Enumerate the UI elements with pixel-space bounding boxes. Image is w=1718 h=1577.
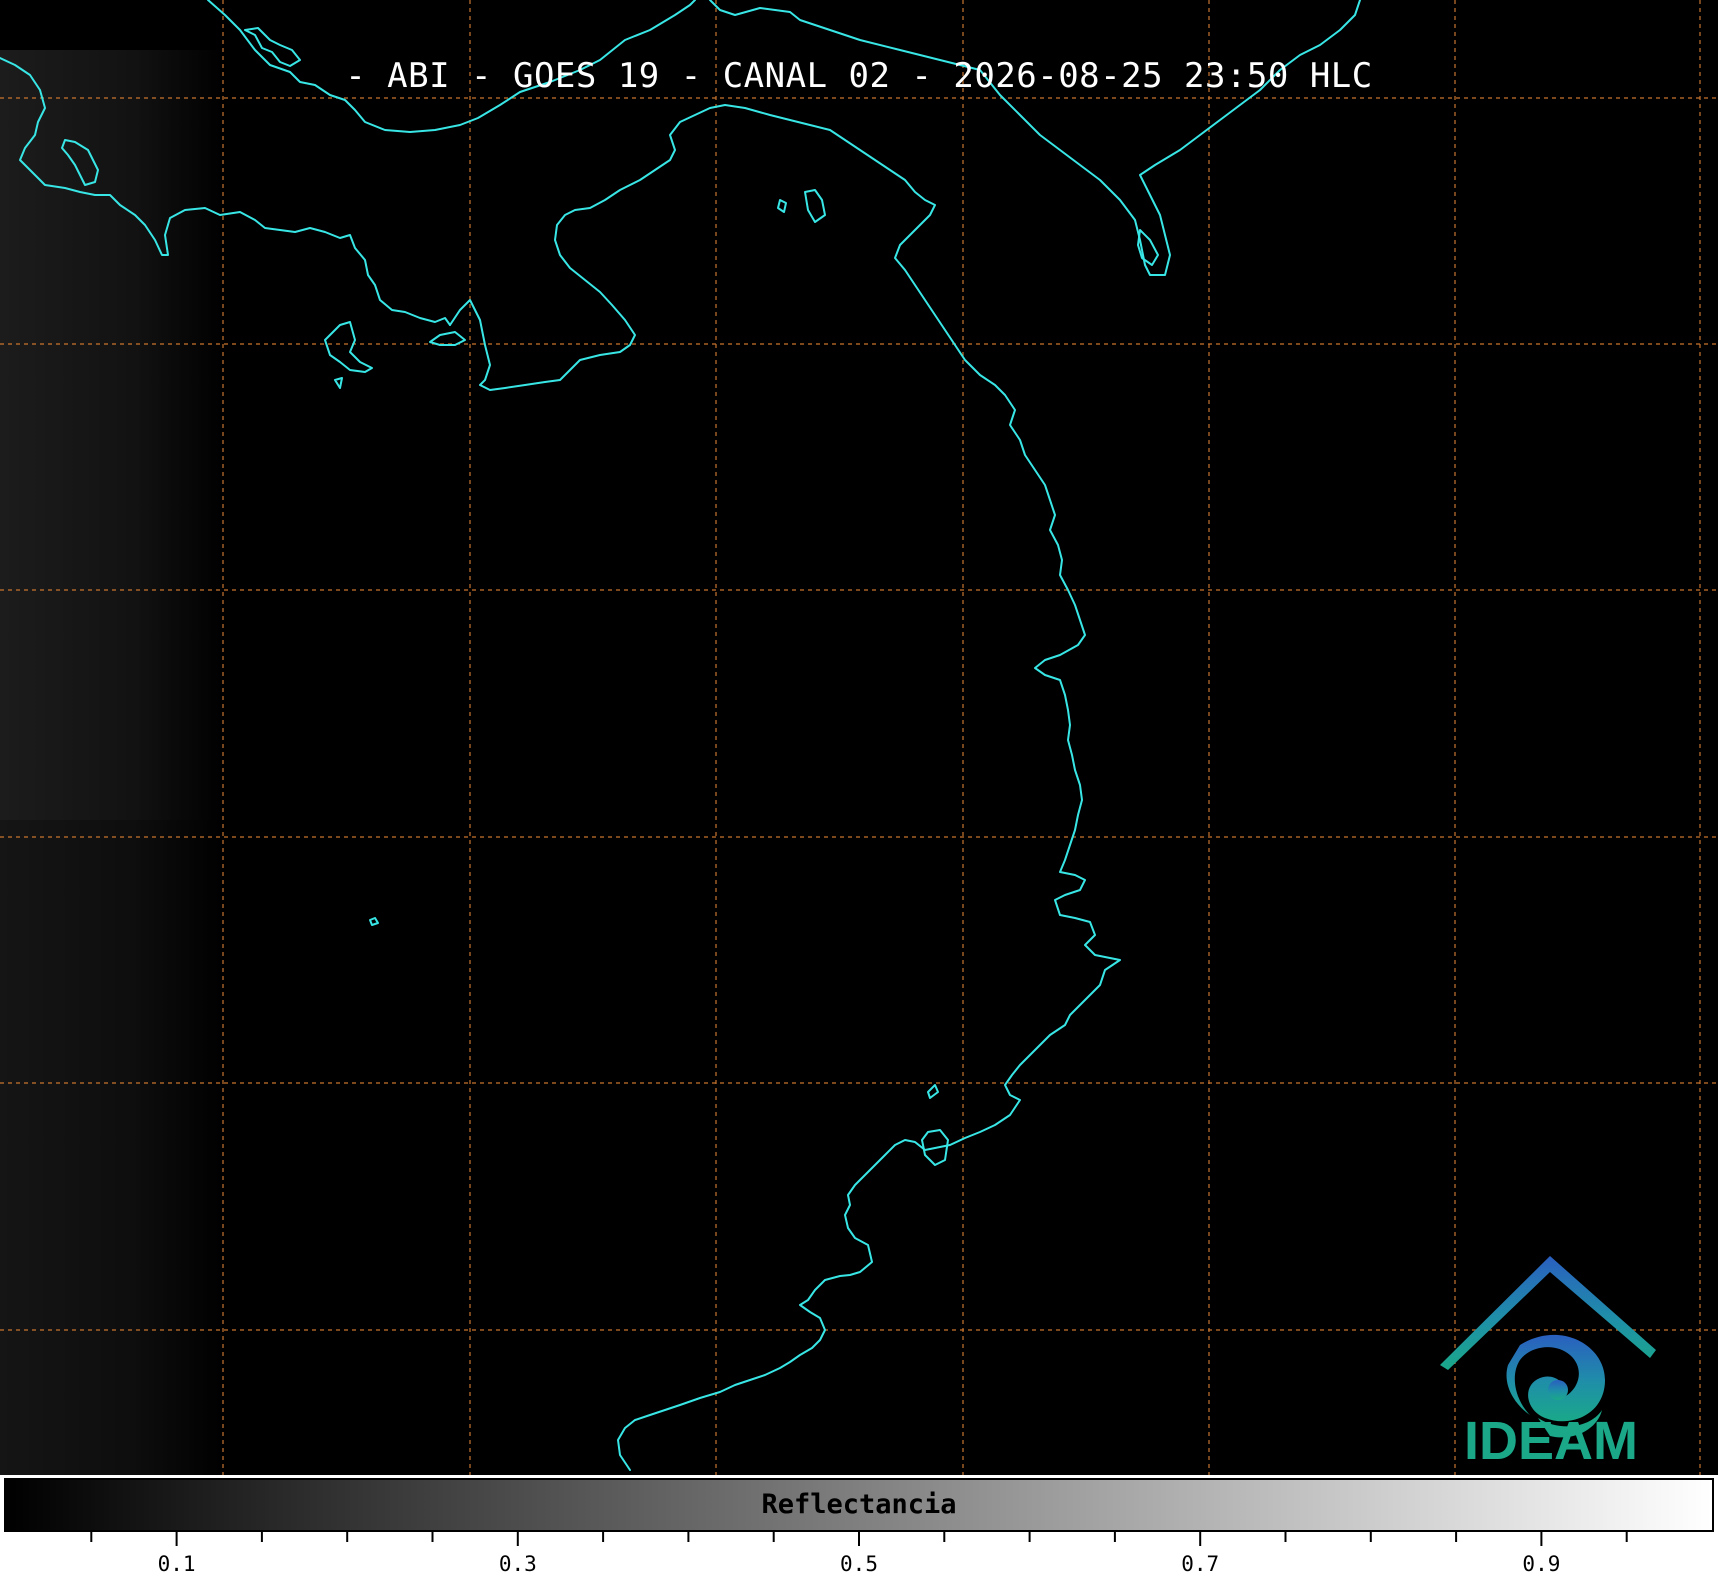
- colorbar-tick-label: 0.7: [1181, 1552, 1220, 1576]
- colorbar-tick-label: 0.5: [840, 1552, 878, 1576]
- colorbar-tick-label: 0.1: [157, 1552, 196, 1576]
- image-edge-artifact: [0, 50, 225, 820]
- image-edge-artifact: [0, 820, 225, 1475]
- colorbar-label: Reflectancia: [761, 1489, 957, 1520]
- colorbar-tick-label: 0.3: [498, 1552, 537, 1576]
- map-title: - ABI - GOES 19 - CANAL 02 - 2026-08-25 …: [345, 56, 1373, 96]
- colorbar-tick-label: 0.9: [1522, 1552, 1561, 1576]
- satellite-image-viewer: - ABI - GOES 19 - CANAL 02 - 2026-08-25 …: [0, 0, 1718, 1577]
- ideam-logo-text: IDEAM: [1464, 1411, 1638, 1471]
